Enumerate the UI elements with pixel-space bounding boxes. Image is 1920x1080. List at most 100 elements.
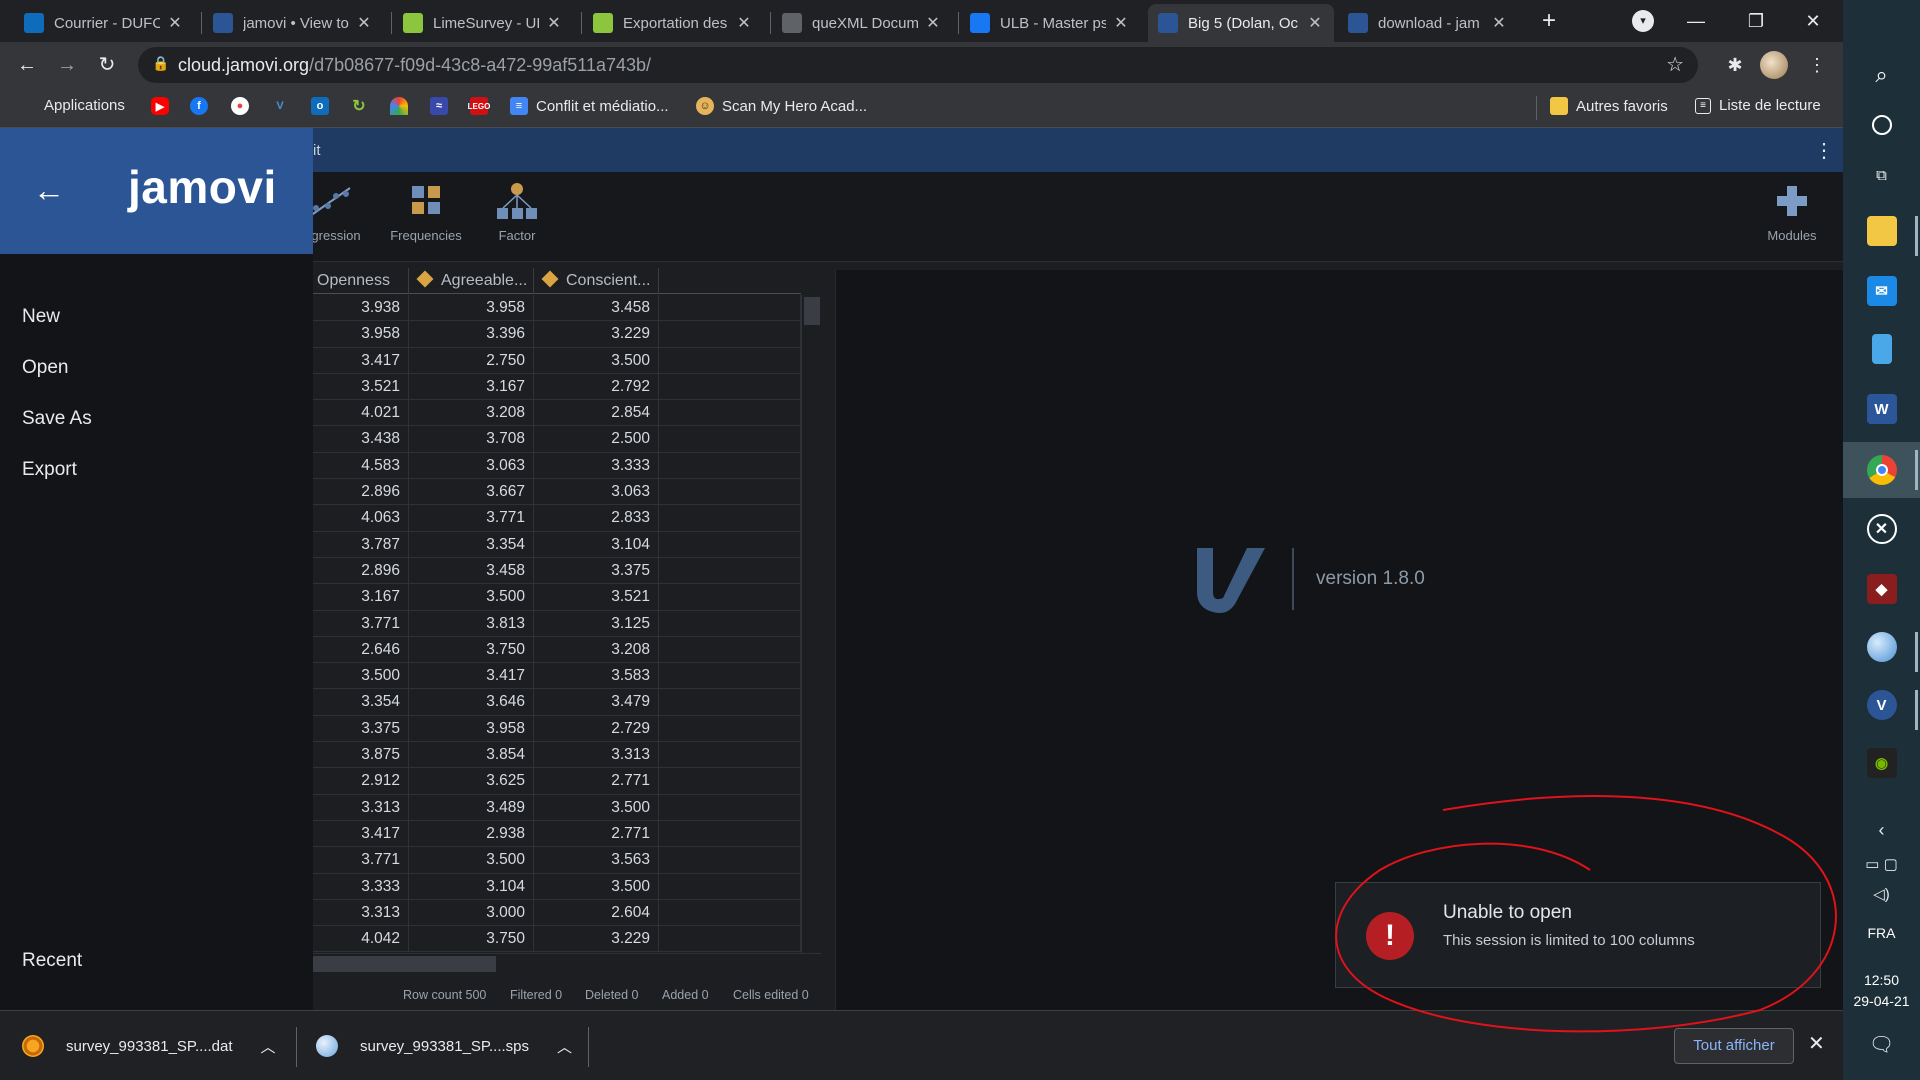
table-cell[interactable] [659,557,801,584]
forward-icon[interactable]: → [52,50,82,80]
table-cell[interactable]: 2.729 [534,715,659,742]
table-cell[interactable]: 3.167 [409,373,534,400]
table-cell[interactable]: 3.313 [313,899,409,926]
browser-tab[interactable]: download - jam ✕ [1338,4,1518,42]
table-cell[interactable]: 3.500 [409,584,534,610]
regression-button[interactable]: gression [306,180,366,243]
taskbar-mail[interactable]: ✉ [1843,276,1920,306]
column-header-agreeableness[interactable]: Agreeable... [409,268,534,294]
table-cell[interactable]: 2.896 [313,479,409,505]
bookmark-team[interactable]: ≈ [430,97,456,115]
table-cell[interactable] [659,689,801,715]
clock-time[interactable]: 12:50 [1843,972,1920,988]
download-item-dat[interactable]: survey_993381_SP....dat ︿ [22,1023,276,1069]
column-header-openness[interactable]: Openness [313,268,409,294]
error-notification[interactable]: ! Unable to open This session is limited… [1335,882,1821,988]
table-cell[interactable] [659,347,801,373]
taskbar-jamovi[interactable]: V [1843,690,1920,720]
table-cell[interactable]: 3.521 [313,373,409,400]
close-download-bar-icon[interactable]: ✕ [1808,1031,1825,1056]
scrollbar-thumb[interactable] [313,956,496,972]
table-cell[interactable]: 3.458 [409,557,534,584]
bookmark-applications[interactable]: Applications [20,97,125,114]
taskbar-word[interactable]: W [1843,394,1920,424]
bookmark-ulb[interactable]: V [271,97,297,115]
table-cell[interactable]: 2.750 [409,347,534,373]
table-cell[interactable]: 2.854 [534,400,659,426]
taskbar-phone-app[interactable] [1843,334,1920,364]
table-cell[interactable]: 3.750 [409,926,534,952]
cortana-button[interactable] [1843,110,1920,140]
table-cell[interactable]: 3.667 [409,479,534,505]
browser-tab[interactable]: ULB - Master ps ✕ [960,4,1140,42]
close-tab-icon[interactable]: ✕ [1112,13,1130,33]
table-cell[interactable]: 2.771 [534,820,659,847]
table-cell[interactable]: 2.833 [534,505,659,531]
table-cell[interactable]: 3.063 [534,479,659,505]
table-cell[interactable] [659,847,801,873]
back-arrow-icon[interactable]: ← [33,172,65,209]
menu-new[interactable]: New [22,306,60,328]
table-cell[interactable]: 3.771 [313,610,409,636]
table-cell[interactable] [659,373,801,400]
taskbar-app-globe[interactable] [1843,632,1920,662]
table-cell[interactable]: 3.787 [313,531,409,557]
task-view-button[interactable]: ⧉ [1843,160,1920,190]
taskbar-file-explorer[interactable] [1843,216,1920,246]
address-bar[interactable]: 🔒 cloud.jamovi.org/d7b08677-f09d-43c8-a4… [138,47,1698,83]
table-cell[interactable] [659,479,801,505]
table-cell[interactable]: 2.500 [534,426,659,452]
table-cell[interactable]: 3.708 [409,426,534,452]
table-cell[interactable]: 4.583 [313,452,409,479]
column-header-empty[interactable] [659,268,801,294]
table-cell[interactable]: 3.417 [313,347,409,373]
taskbar-game[interactable]: ◆ [1843,574,1920,604]
input-language[interactable]: FRA [1843,925,1920,941]
table-cell[interactable]: 3.229 [534,926,659,952]
browser-tab[interactable]: Big 5 (Dolan, Oc ✕ [1148,4,1334,42]
vertical-scrollbar[interactable] [801,295,821,953]
table-cell[interactable]: 3.771 [313,847,409,873]
download-item-sps[interactable]: survey_993381_SP....sps ︿ [316,1023,572,1069]
table-cell[interactable]: 3.313 [534,742,659,768]
menu-save-as[interactable]: Save As [22,408,92,430]
reading-list[interactable]: ≡ Liste de lecture [1695,97,1821,114]
table-cell[interactable]: 3.958 [409,295,534,321]
browser-tab[interactable]: jamovi • View to ✕ [203,4,383,42]
search-button[interactable]: ⌕ [1843,60,1920,90]
tray-network[interactable]: ▭ ▢ [1843,855,1920,873]
start-button[interactable] [1843,10,1920,32]
table-cell[interactable]: 3.063 [409,452,534,479]
bookmark-star-icon[interactable]: ☆ [1666,52,1684,77]
table-cell[interactable]: 2.604 [534,899,659,926]
restore-button[interactable]: ❐ [1736,6,1776,36]
table-cell[interactable]: 3.396 [409,321,534,347]
column-header-conscientiousness[interactable]: Conscient... [534,268,659,294]
extensions-icon[interactable]: ✱ [1720,50,1750,80]
table-cell[interactable]: 2.646 [313,636,409,663]
profile-avatar[interactable] [1760,51,1788,79]
table-cell[interactable]: 3.500 [534,873,659,899]
menu-open[interactable]: Open [22,357,68,379]
show-hidden-icons[interactable]: ‹ [1843,820,1920,841]
taskbar-chrome[interactable] [1843,442,1920,498]
table-cell[interactable]: 3.417 [313,820,409,847]
table-cell[interactable]: 3.500 [534,347,659,373]
close-window-button[interactable]: ✕ [1793,6,1833,36]
table-cell[interactable] [659,295,801,321]
table-cell[interactable]: 3.354 [409,531,534,557]
table-cell[interactable]: 3.000 [409,899,534,926]
new-tab-button[interactable]: + [1534,6,1564,36]
table-cell[interactable]: 3.500 [313,663,409,689]
table-cell[interactable]: 4.021 [313,400,409,426]
table-cell[interactable]: 3.479 [534,689,659,715]
table-cell[interactable]: 3.500 [409,847,534,873]
reload-icon[interactable]: ↻ [92,50,122,80]
table-cell[interactable] [659,873,801,899]
table-cell[interactable] [659,321,801,347]
table-cell[interactable]: 3.583 [534,663,659,689]
bookmark-other[interactable]: Autres favoris [1550,97,1668,115]
table-cell[interactable]: 2.912 [313,768,409,794]
table-cell[interactable]: 3.333 [313,873,409,899]
bookmark-maps[interactable]: ● [231,97,257,115]
